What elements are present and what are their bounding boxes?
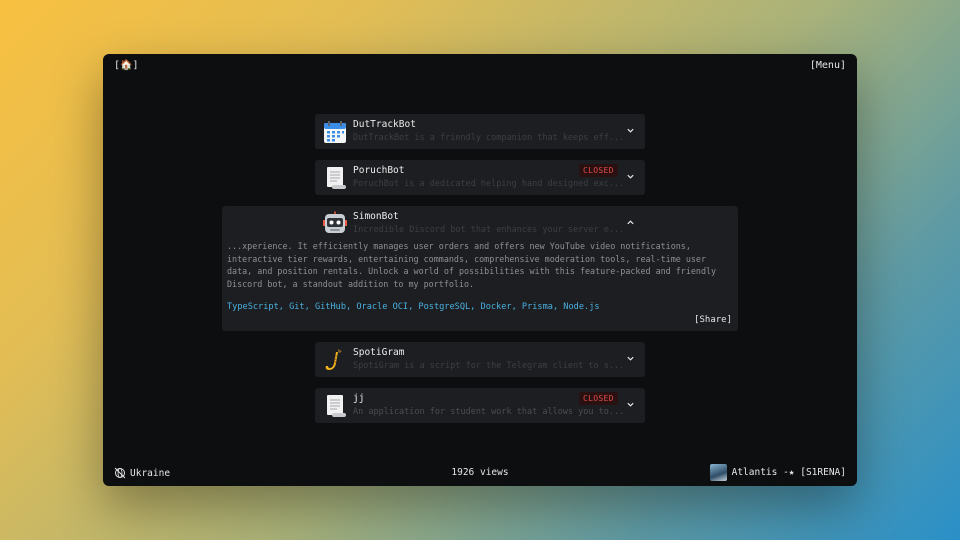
chevron-down-icon[interactable]: [626, 400, 635, 409]
chevron-up-icon[interactable]: [626, 218, 635, 227]
project-description: PoruchBot is a dedicated helping hand de…: [353, 179, 625, 189]
home-button[interactable]: [🏠]: [114, 60, 139, 71]
project-description: DutTrackBot is a friendly companion that…: [353, 133, 625, 143]
project-details: ...xperience. It efficiently manages use…: [227, 241, 717, 289]
home-bracket-close: ]: [132, 60, 139, 71]
project-card-simonbot[interactable]: SimonBot Incredible Discord bot that enh…: [222, 206, 738, 331]
robot-icon: [323, 211, 347, 233]
house-icon: 🏠: [120, 60, 133, 71]
footer-bar: Ukraine 1926 views Atlantis -★ [S1RENA]: [103, 460, 857, 486]
scroll-icon: [327, 395, 346, 417]
now-playing[interactable]: Atlantis -★ [S1RENA]: [709, 464, 846, 481]
chevron-down-icon[interactable]: [626, 172, 635, 181]
now-playing-label: Atlantis -★ [S1RENA]: [731, 467, 846, 478]
scroll-icon: [327, 167, 346, 189]
calendar-icon: [324, 121, 346, 143]
chevron-down-icon[interactable]: [626, 126, 635, 135]
project-title: PoruchBot: [353, 165, 405, 176]
album-cover-avatar: [709, 464, 727, 481]
status-badge: CLOSED: [579, 392, 618, 405]
project-title: DutTrackBot: [353, 119, 416, 130]
project-card-jj[interactable]: jj An application for student work that …: [315, 388, 645, 423]
project-title: jj: [353, 393, 365, 404]
chevron-down-icon[interactable]: [626, 354, 635, 363]
tech-stack: TypeScript, Git, GitHub, Oracle OCI, Pos…: [227, 302, 600, 312]
project-description: Incredible Discord bot that enhances you…: [353, 225, 625, 235]
app-window: [🏠] [Menu] DutTrackBot DutTrackBot is a …: [103, 54, 857, 486]
project-card-poruchbot[interactable]: PoruchBot PoruchBot is a dedicated helpi…: [315, 160, 645, 195]
share-button[interactable]: [Share]: [694, 315, 732, 325]
saxophone-icon: [325, 349, 342, 370]
project-card-spotigram[interactable]: SpotiGram SpotiGram is a script for the …: [315, 342, 645, 377]
project-description: SpotiGram is a script for the Telegram c…: [353, 361, 625, 371]
menu-button[interactable]: [Menu]: [810, 60, 846, 71]
project-title: SimonBot: [353, 211, 399, 222]
project-card-duttrackbot[interactable]: DutTrackBot DutTrackBot is a friendly co…: [315, 114, 645, 149]
project-title: SpotiGram: [353, 347, 405, 358]
status-badge: CLOSED: [579, 164, 618, 177]
top-bar: [🏠] [Menu]: [103, 54, 857, 78]
project-description: An application for student work that all…: [353, 407, 625, 417]
